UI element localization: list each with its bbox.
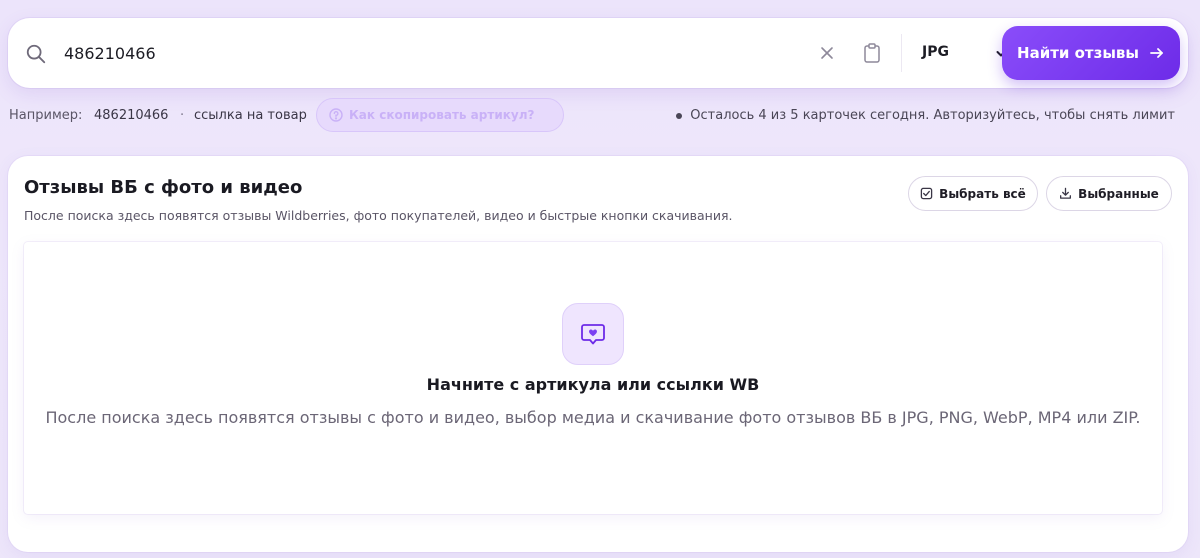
hint-row: Например: 486210466 · ссылка на товар Ка… (8, 98, 1188, 132)
format-value: JPG (922, 44, 949, 60)
empty-state-icon-box (562, 303, 624, 365)
format-select[interactable]: JPG (914, 40, 1008, 68)
limit-text: Осталось 4 из 5 карточек сегодня. Автори… (690, 108, 1175, 123)
select-all-button[interactable]: Выбрать всё (908, 176, 1038, 211)
how-to-copy-label: Как скопировать артикул? (349, 108, 535, 122)
search-input[interactable] (64, 38, 804, 68)
question-icon (329, 108, 343, 122)
download-icon (1060, 187, 1072, 199)
selected-button[interactable]: Выбранные (1046, 176, 1172, 211)
checkbox-icon (920, 187, 933, 200)
panel-title: Отзывы ВБ с фото и видео (24, 177, 303, 198)
limit-status: Осталось 4 из 5 карточек сегодня. Автори… (676, 108, 1175, 123)
find-reviews-label: Найти отзывы (1017, 44, 1139, 62)
dot-icon (676, 112, 683, 119)
empty-state-description: После поиска здесь появятся отзывы с фот… (45, 408, 1141, 427)
search-bar: JPG Найти отзывы (8, 18, 1188, 88)
empty-state: Начните с артикула или ссылки WB После п… (24, 242, 1162, 514)
empty-state-title: Начните с артикула или ссылки WB (426, 375, 760, 394)
select-all-label: Выбрать всё (939, 186, 1026, 201)
divider (901, 34, 902, 72)
selected-label: Выбранные (1078, 186, 1159, 201)
search-icon (26, 44, 46, 64)
example-link[interactable]: ссылка на товар (194, 108, 307, 123)
find-reviews-button[interactable]: Найти отзывы (1002, 26, 1180, 80)
reviews-panel: Отзывы ВБ с фото и видео После поиска зд… (8, 156, 1188, 552)
separator-dot: · (180, 108, 185, 123)
panel-subtitle: После поиска здесь появятся отзывы Wildb… (24, 208, 733, 223)
how-to-copy-button[interactable]: Как скопировать артикул? (316, 98, 564, 132)
clipboard-icon[interactable] (862, 42, 882, 64)
arrow-right-icon (1150, 48, 1163, 58)
example-label: Например: (9, 108, 83, 123)
close-icon[interactable] (819, 45, 835, 61)
example-article[interactable]: 486210466 (94, 108, 168, 123)
heart-message-icon (581, 324, 605, 345)
